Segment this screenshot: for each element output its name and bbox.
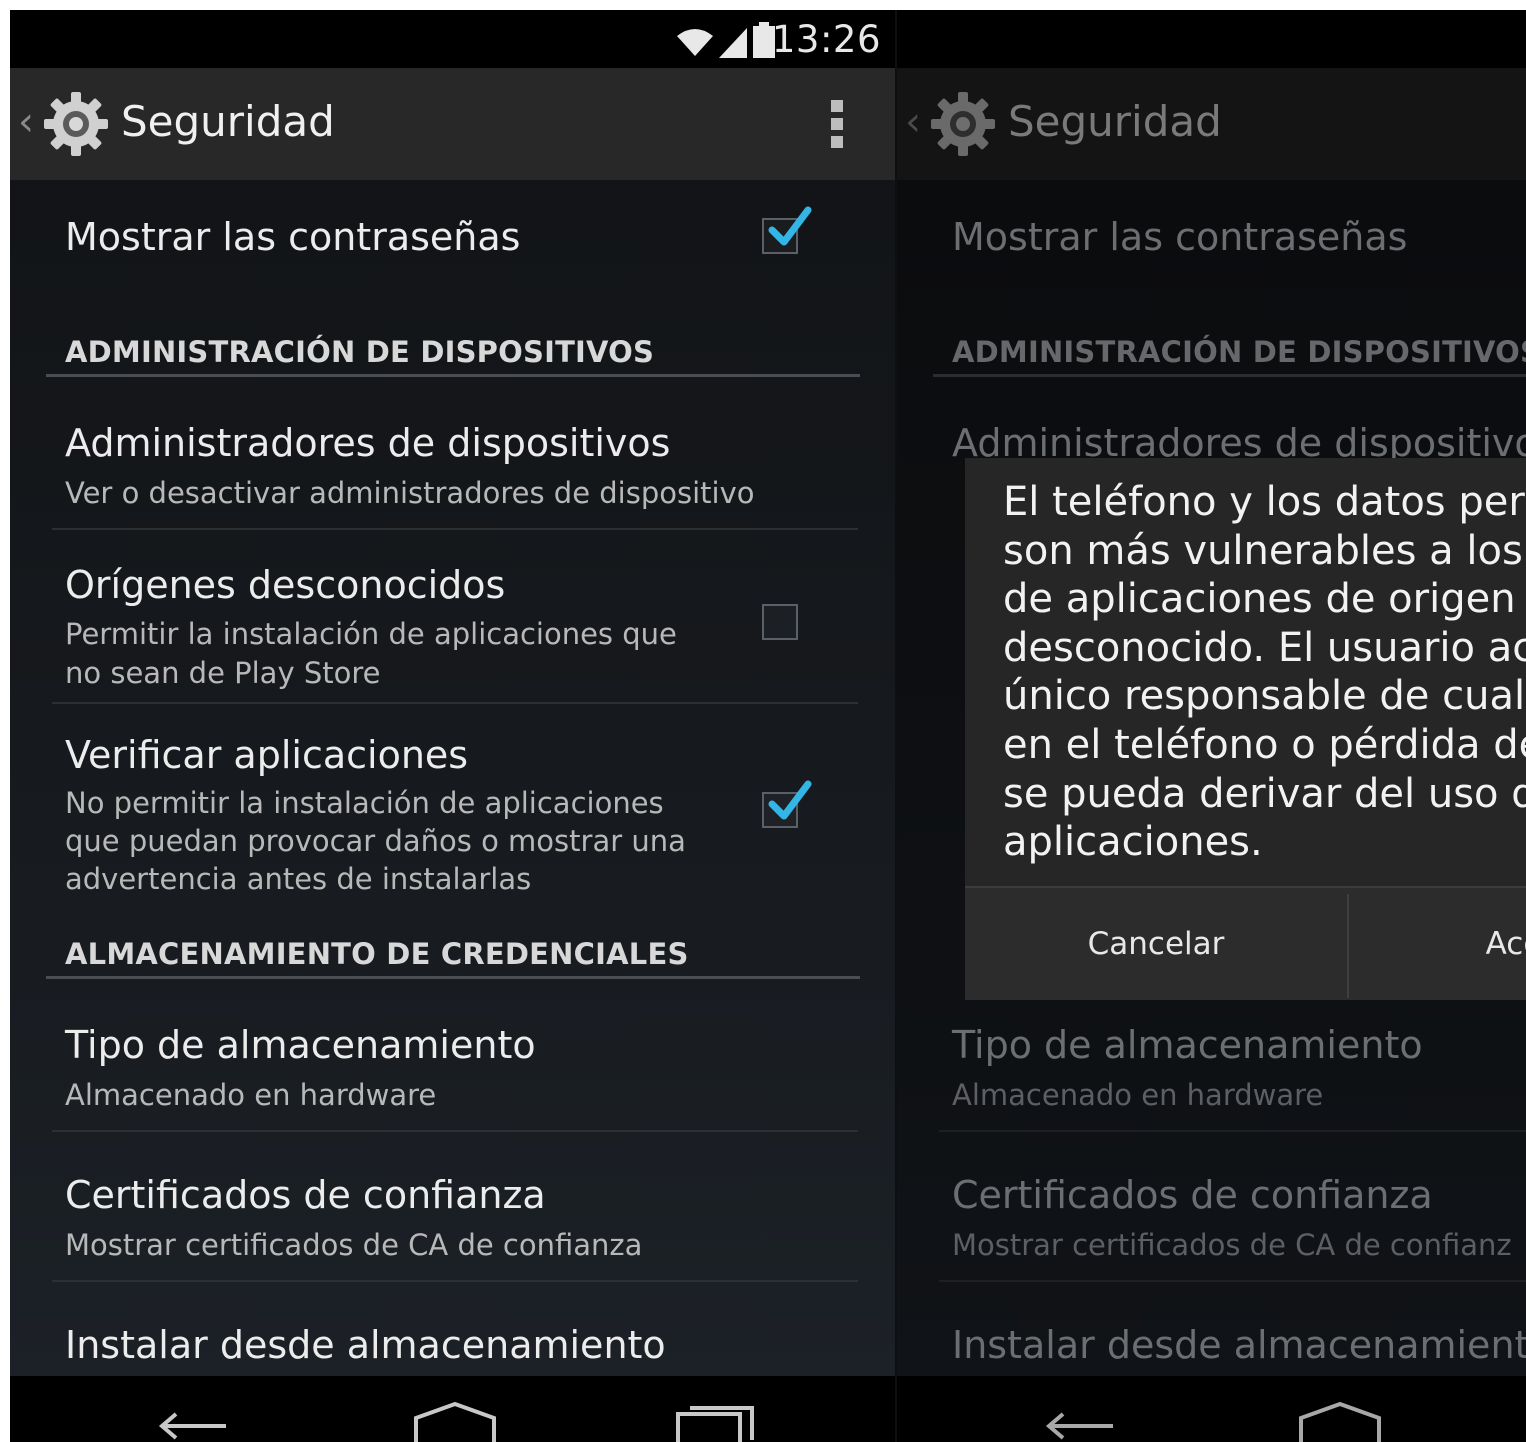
wifi-icon — [677, 29, 713, 56]
screenshot-frame: 13:26 ‹ Seguridad Mostrar las contraseña… — [10, 10, 1526, 1442]
section-header-credentials: ALMACENAMIENTO DE CREDENCIALES — [65, 937, 689, 971]
setting-summary: Almacenado en hardware — [65, 1078, 437, 1112]
recents-icon[interactable] — [676, 1400, 756, 1442]
setting-title: Tipo de almacenamiento — [65, 1023, 536, 1067]
setting-summary: Ver o desactivar administradores de disp… — [65, 476, 755, 510]
setting-summary: Mostrar certificados de CA de confianz — [952, 1228, 1512, 1262]
dialog-button-bar: Cancelar Ace — [965, 886, 1526, 1000]
setting-title: Certificados de confianza — [65, 1173, 546, 1217]
setting-summary: Almacenado en hardware — [952, 1078, 1324, 1112]
header-divider — [46, 976, 860, 979]
cancel-button[interactable]: Cancelar — [965, 888, 1347, 1000]
setting-summary-line: no sean de Play Store — [65, 656, 381, 690]
page-title: Seguridad — [121, 97, 335, 146]
setting-title: Mostrar las contraseñas — [952, 215, 1408, 259]
settings-list: Mostrar las contraseñas ADMINISTRACIÓN D… — [897, 180, 1526, 1376]
divider — [52, 1280, 858, 1282]
header-divider — [933, 374, 1526, 377]
divider — [52, 528, 858, 530]
home-icon[interactable] — [412, 1402, 498, 1442]
status-time: 13:26 — [771, 18, 881, 61]
navigation-bar — [10, 1376, 895, 1442]
setting-summary: Mostrar certificados de CA de confianza — [65, 1228, 643, 1262]
setting-title: Administradores de dispositivos — [65, 421, 671, 465]
back-icon[interactable] — [1043, 1406, 1119, 1442]
status-bar — [897, 10, 1526, 68]
setting-title: Certificados de confianza — [952, 1173, 1433, 1217]
checkmark-icon — [768, 780, 812, 820]
action-bar: ‹ Seguridad — [897, 68, 1526, 180]
home-icon[interactable] — [1297, 1402, 1383, 1442]
chevron-left-icon[interactable]: ‹ — [18, 102, 34, 142]
status-bar: 13:26 — [10, 10, 895, 68]
setting-summary-line: No permitir la instalación de aplicacion… — [65, 786, 664, 820]
gear-icon[interactable] — [42, 90, 110, 158]
settings-list: Mostrar las contraseñas ADMINISTRACIÓN D… — [10, 180, 895, 1376]
gear-icon — [931, 92, 995, 156]
security-settings-screen: 13:26 ‹ Seguridad Mostrar las contraseña… — [10, 10, 895, 1442]
chevron-left-icon: ‹ — [905, 99, 921, 145]
signal-icon — [719, 28, 747, 58]
setting-title: Instalar desde almacenamiento — [65, 1323, 666, 1367]
section-header-device-admin: ADMINISTRACIÓN DE DISPOSITIVOS — [65, 335, 655, 369]
section-header-device-admin: ADMINISTRACIÓN DE DISPOSITIVOS — [952, 335, 1526, 369]
setting-summary-line: advertencia antes de instalarlas — [65, 862, 532, 896]
divider — [939, 1130, 1526, 1132]
setting-summary-line: que puedan provocar daños o mostrar una — [65, 824, 686, 858]
accept-button[interactable]: Ace — [1349, 888, 1526, 1000]
status-icons — [675, 22, 775, 58]
header-divider — [46, 374, 860, 377]
unknown-sources-warning-dialog: El teléfono y los datos persor son más v… — [965, 458, 1526, 1000]
overflow-menu-icon[interactable] — [831, 100, 845, 148]
divider — [939, 1280, 1526, 1282]
verify-apps-checkbox[interactable] — [762, 780, 812, 828]
divider — [52, 1130, 858, 1132]
setting-summary-line: Permitir la instalación de aplicaciones … — [65, 617, 677, 651]
page-title: Seguridad — [1008, 97, 1222, 146]
setting-title: Mostrar las contraseñas — [65, 215, 521, 259]
divider — [52, 702, 858, 704]
security-settings-with-dialog: ‹ Seguridad Mostrar las contraseñas ADMI… — [897, 10, 1526, 1442]
navigation-bar — [897, 1376, 1526, 1442]
back-icon[interactable] — [156, 1406, 232, 1442]
setting-title: Instalar desde almacenamiento — [952, 1323, 1526, 1367]
setting-title: Orígenes desconocidos — [65, 563, 506, 607]
dialog-message: El teléfono y los datos persor son más v… — [1003, 479, 1526, 866]
unknown-sources-checkbox[interactable] — [762, 604, 798, 640]
action-bar: ‹ Seguridad — [10, 68, 895, 180]
setting-title: Verificar aplicaciones — [65, 733, 469, 777]
setting-title: Tipo de almacenamiento — [952, 1023, 1423, 1067]
show-passwords-checkbox[interactable] — [762, 206, 812, 254]
checkmark-icon — [768, 206, 812, 246]
